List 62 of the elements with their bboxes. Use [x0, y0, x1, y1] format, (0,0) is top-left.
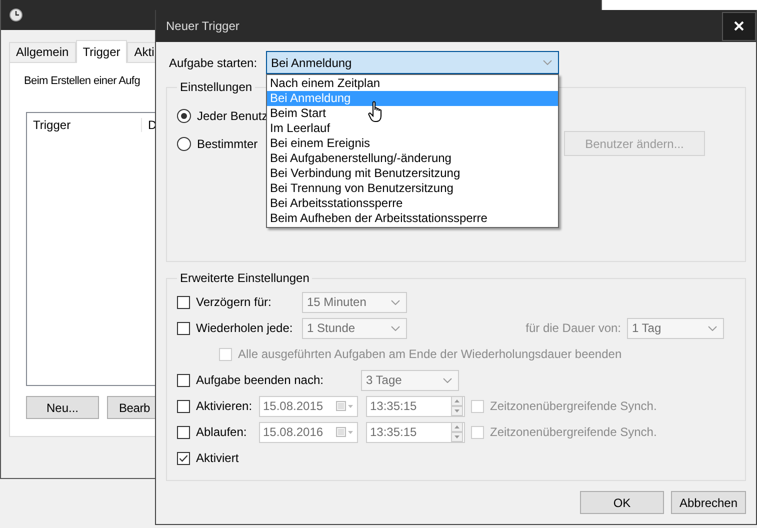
dropdown-option[interactable]: Beim Start	[267, 106, 558, 121]
group-title: Einstellungen	[179, 80, 254, 94]
close-button[interactable]	[722, 12, 756, 40]
dropdown-option[interactable]: Bei Aufgabenerstellung/-änderung	[267, 151, 558, 166]
chevron-icon	[391, 326, 400, 330]
spinner-icon	[451, 396, 463, 416]
radio-button[interactable]	[177, 108, 191, 122]
chevron-icon	[708, 326, 717, 330]
dropdown[interactable]: 1 Tag	[627, 318, 724, 338]
dropdown-option[interactable]: Bei Trennung von Benutzersitzung	[267, 181, 558, 196]
checkbox-label: Aktivieren:	[196, 399, 253, 413]
chevron-icon	[391, 300, 400, 304]
calendar-icon	[336, 401, 354, 411]
group-title: Erweiterte Einstellungen	[179, 271, 310, 285]
field-label: Aufgabe starten:	[169, 56, 258, 70]
field-label: für die Dauer von:	[526, 321, 621, 335]
date-field[interactable]: 15.08.2016	[259, 422, 358, 442]
dropdown-option[interactable]: Bei einem Ereignis	[267, 136, 558, 151]
checkbox-label: Verzögern für:	[196, 295, 272, 309]
chevron-icon	[443, 378, 452, 382]
checkbox-label: Zeitzonenübergreifende Synch.	[490, 399, 657, 413]
description-text: Beim Erstellen einer Aufg	[24, 75, 140, 87]
close-icon	[734, 21, 744, 31]
checkbox-label: Zeitzonenübergreifende Synch.	[490, 425, 657, 439]
dropdown-option[interactable]: Im Leerlauf	[267, 121, 558, 136]
checkbox[interactable]	[177, 400, 190, 412]
dropdown-option[interactable]: Bei Arbeitsstationssperre	[267, 196, 558, 211]
checkbox[interactable]	[177, 452, 190, 464]
ok-button[interactable]: OK	[580, 491, 664, 514]
radio-label: Jeder Benutz	[197, 108, 268, 122]
radio-button[interactable]	[177, 136, 191, 150]
time-field[interactable]: 13:35:15	[366, 396, 465, 416]
tab[interactable]: Trigger	[76, 40, 128, 63]
checkbox-label: Aktiviert	[196, 451, 239, 465]
time-field[interactable]: 13:35:15	[366, 422, 465, 442]
cancel-button[interactable]: Abbrechen	[671, 491, 746, 514]
dropdown-option[interactable]: Nach einem Zeitplan	[267, 76, 558, 91]
dropdown-option[interactable]: Beim Aufheben der Arbeitsstationssperre	[267, 211, 558, 226]
checkbox[interactable]	[177, 426, 190, 438]
hand-cursor-icon	[368, 101, 384, 123]
dropdown[interactable]: 15 Minuten	[302, 292, 407, 312]
trigger-dropdown[interactable]: Bei Anmeldung	[266, 51, 559, 74]
checkbox-label: Alle ausgeführten Aufgaben am Ende der Wiederholungsdauer beenden	[238, 347, 622, 361]
checkbox-label: Ablaufen:	[196, 425, 248, 439]
chevron-icon	[543, 60, 552, 65]
date-field[interactable]: 15.08.2015	[259, 396, 358, 416]
spinner-icon	[451, 422, 463, 442]
dropdown-option[interactable]: Bei Verbindung mit Benutzersitzung	[267, 166, 558, 181]
tab[interactable]: Allgemein	[9, 42, 76, 62]
clock-icon	[9, 8, 23, 22]
checkbox[interactable]	[177, 296, 190, 308]
window-title: Neuer Trigger	[165, 19, 240, 33]
checkbox-label: Wiederholen jede:	[196, 321, 294, 335]
dropdown[interactable]: 1 Stunde	[302, 318, 407, 338]
checkbox[interactable]	[177, 374, 190, 386]
button[interactable]: Neu...	[26, 396, 99, 419]
radio-label: Bestimmter	[197, 136, 258, 150]
calendar-icon	[336, 427, 354, 437]
checkbox[interactable]	[177, 322, 190, 334]
dropdown[interactable]: 3 Tage	[361, 370, 459, 390]
checkbox-label: Aufgabe beenden nach:	[196, 373, 324, 387]
column-header[interactable]: Trigger	[27, 118, 141, 132]
